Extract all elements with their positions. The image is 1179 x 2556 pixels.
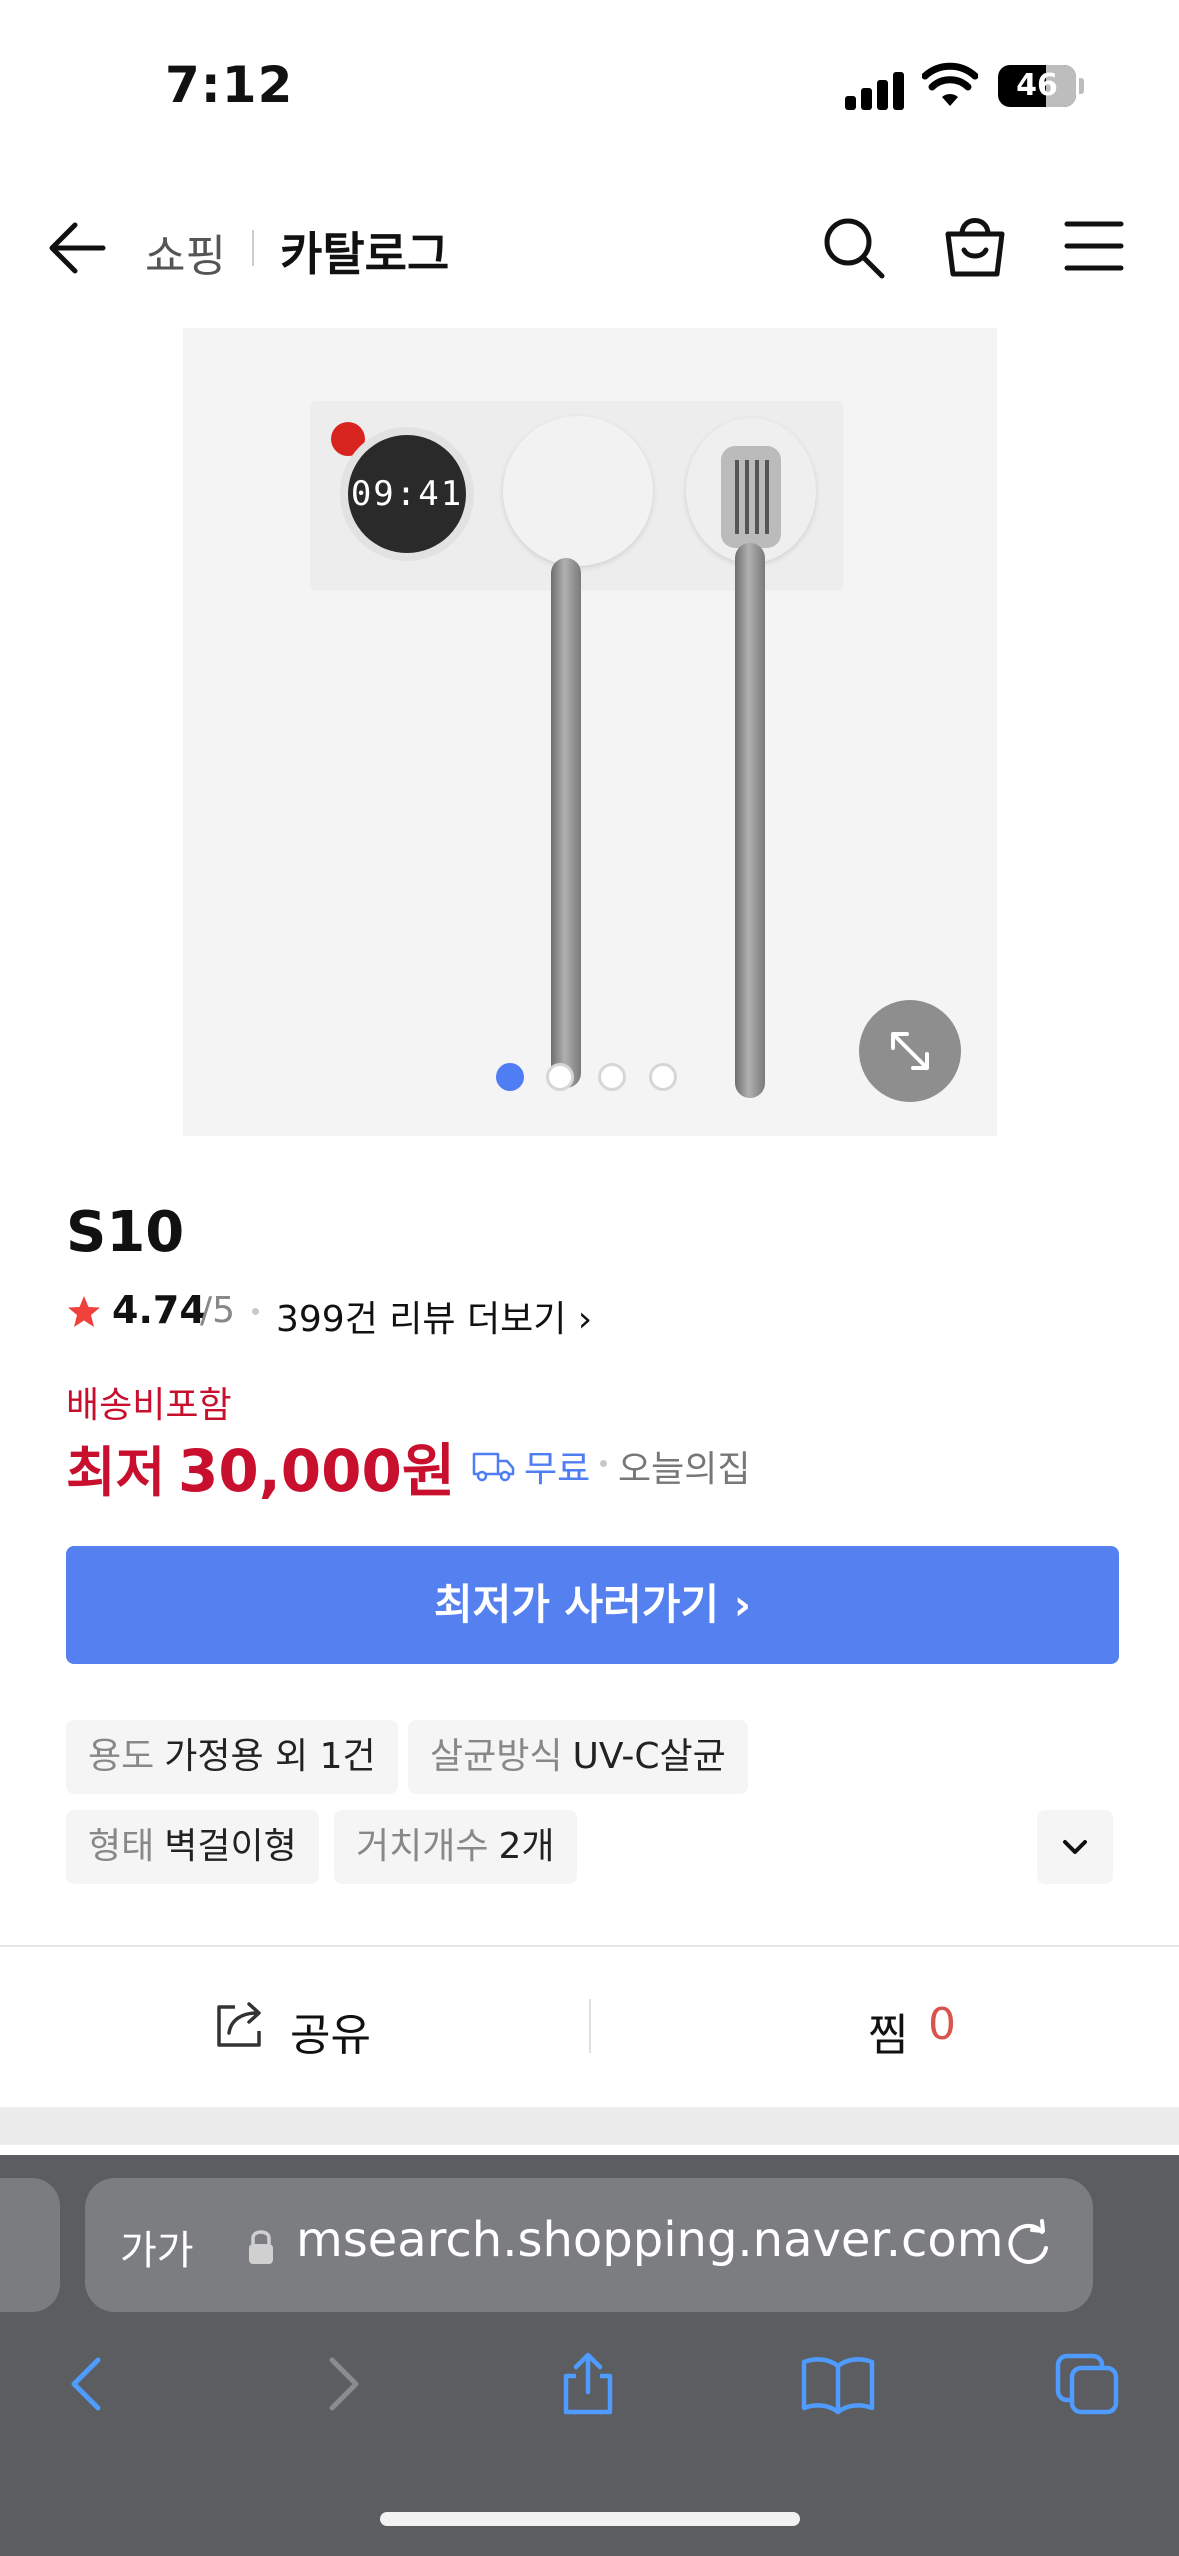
section-spacer — [0, 2107, 1179, 2145]
spec-chip[interactable]: 거치개수 2개 — [334, 1810, 577, 1884]
search-icon[interactable] — [820, 214, 886, 280]
wifi-icon — [922, 62, 978, 106]
lowest-price: 30,000원 — [178, 1437, 456, 1505]
review-link[interactable]: 399건 리뷰 더보기 › — [276, 1290, 592, 1342]
chevron-down-icon[interactable] — [1037, 1810, 1113, 1884]
menu-icon[interactable] — [1064, 218, 1124, 274]
spec-chip[interactable]: 살균방식 UV-C살균 — [408, 1720, 748, 1794]
product-title: S10 — [66, 1200, 185, 1265]
spec-chip[interactable]: 형태 벽걸이형 — [66, 1810, 319, 1884]
spec-key: 거치개수 — [356, 1826, 489, 1867]
product-clock-display: 09:41 — [348, 435, 466, 553]
tabs-icon[interactable] — [1054, 2352, 1122, 2416]
product-indicator-light — [331, 422, 365, 456]
rating-value: 4.74 — [112, 1288, 206, 1332]
breadcrumb-shopping[interactable]: 쇼핑 — [145, 220, 226, 284]
browser-back-icon[interactable] — [58, 2352, 118, 2416]
carousel-dot[interactable] — [546, 1063, 574, 1091]
spec-value: 벽걸이형 — [164, 1826, 297, 1867]
share-button[interactable]: 공유 — [290, 1999, 371, 2063]
status-bar: 7:12 46 — [0, 0, 1179, 170]
status-time: 7:12 — [165, 56, 294, 114]
toothbrush-head — [721, 446, 781, 548]
previous-tab-preview[interactable] — [0, 2178, 60, 2312]
breadcrumb-catalog[interactable]: 카탈로그 — [280, 218, 449, 284]
wish-count: 0 — [928, 1999, 956, 2050]
reload-icon[interactable] — [1002, 2218, 1054, 2270]
wish-button[interactable]: 찜 — [868, 1999, 908, 2063]
browser-forward-icon[interactable] — [312, 2352, 372, 2416]
shipping-included-label: 배송비포함 — [66, 1385, 232, 1426]
url-text[interactable]: msearch.shopping.naver.com — [296, 2212, 1004, 2268]
product-image-carousel[interactable]: 09:41 — [183, 328, 997, 1136]
delivery-truck-icon — [472, 1452, 515, 1482]
carousel-dot[interactable] — [496, 1063, 524, 1091]
expand-image-icon[interactable] — [859, 1000, 961, 1102]
star-icon — [68, 1296, 100, 1327]
spec-chip[interactable]: 용도 가정용 외 1건 — [66, 1720, 398, 1794]
seller-name: 오늘의집 — [618, 1449, 751, 1490]
battery-tip — [1079, 78, 1084, 94]
lock-icon — [249, 2230, 273, 2264]
cellular-signal-icon — [845, 70, 905, 110]
lowest-price-label: 최저 — [66, 1441, 166, 1504]
spec-value: 2개 — [498, 1826, 555, 1867]
carousel-dots — [496, 1063, 696, 1093]
carousel-dot[interactable] — [649, 1063, 677, 1091]
home-indicator — [380, 2512, 800, 2526]
battery-level: 46 — [1016, 68, 1058, 103]
toothbrush-handle-right — [735, 543, 765, 1098]
action-bar: 공유 찜 0 — [0, 1947, 1179, 2107]
top-navigation: 쇼핑 카탈로그 — [0, 190, 1179, 310]
action-divider — [589, 1999, 591, 2053]
spec-value: UV-C살균 — [572, 1736, 726, 1777]
battery-icon: 46 — [998, 65, 1076, 107]
spec-key: 형태 — [88, 1826, 155, 1867]
bookmarks-icon[interactable] — [800, 2352, 876, 2416]
share-icon[interactable] — [215, 1999, 269, 2049]
back-arrow-icon[interactable] — [45, 216, 110, 281]
separator-dot — [252, 1308, 259, 1315]
spec-key: 살균방식 — [430, 1736, 563, 1777]
share-sheet-icon[interactable] — [558, 2352, 618, 2416]
delivery-fee: 무료 — [524, 1449, 591, 1490]
toothbrush-handle-left — [551, 558, 581, 1088]
buy-lowest-price-button[interactable]: 최저가 사러가기 › — [66, 1546, 1119, 1664]
spec-value: 가정용 외 1건 — [164, 1736, 376, 1777]
separator-dot — [600, 1460, 607, 1467]
carousel-dot[interactable] — [598, 1063, 626, 1091]
page-settings-button[interactable]: 가가 — [120, 2218, 194, 2276]
rating-max: /5 — [200, 1290, 236, 1331]
product-cap — [503, 416, 653, 566]
breadcrumb-divider — [252, 230, 254, 266]
shopping-bag-icon[interactable] — [942, 212, 1008, 280]
spec-key: 용도 — [88, 1736, 155, 1777]
